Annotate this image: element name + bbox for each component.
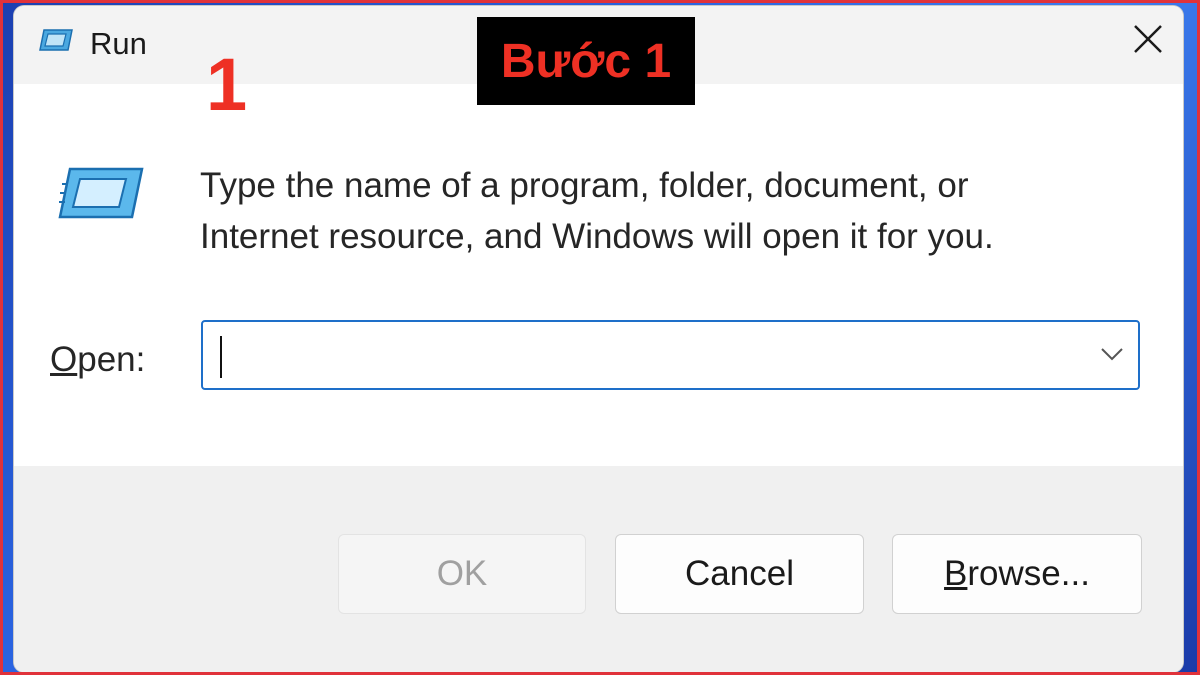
cancel-button[interactable]: Cancel	[615, 534, 864, 614]
ok-button[interactable]: OK	[338, 534, 586, 614]
browse-label: rowse...	[967, 554, 1090, 593]
step-badge-annotation: Bước 1	[477, 17, 695, 105]
open-combobox[interactable]	[201, 320, 1140, 390]
open-input[interactable]	[215, 330, 1075, 380]
open-label-accelerator: O	[50, 340, 78, 379]
close-button[interactable]	[1113, 6, 1183, 76]
description-line-1: Type the name of a program, folder, docu…	[200, 166, 969, 205]
run-app-icon	[38, 28, 74, 57]
run-app-icon-large	[56, 166, 146, 225]
description-line-2: Internet resource, and Windows will open…	[200, 217, 994, 256]
open-label: Open:	[50, 340, 145, 380]
window-title: Run	[90, 26, 147, 61]
browse-button[interactable]: Browse...	[892, 534, 1142, 614]
description-text: Type the name of a program, folder, docu…	[200, 160, 1150, 262]
close-icon	[1133, 24, 1163, 59]
chevron-down-icon	[1100, 347, 1124, 366]
text-caret	[220, 336, 222, 378]
step-number-annotation: 1	[206, 43, 248, 126]
open-dropdown-button[interactable]	[1092, 334, 1132, 378]
open-label-text: pen:	[77, 340, 146, 379]
browse-accelerator: B	[944, 554, 968, 593]
run-dialog: Run 1 Type the name of a program, folder…	[14, 6, 1183, 672]
